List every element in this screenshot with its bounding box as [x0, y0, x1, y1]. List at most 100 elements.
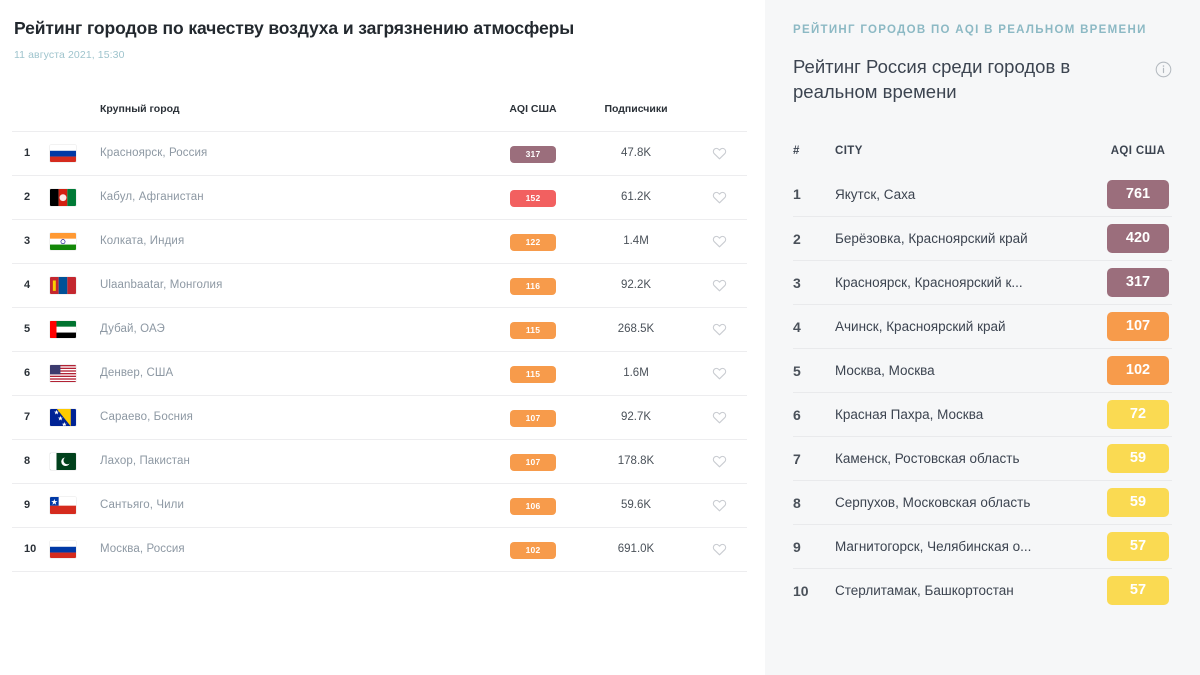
row-subscribers: 268.5K [617, 323, 655, 336]
row-subscribers: 92.7K [620, 411, 652, 424]
row-aqi-cell: 59 [1104, 488, 1172, 518]
list-item[interactable]: 1 Якутск, Саха 761 [793, 172, 1172, 216]
aqi-badge: 102 [1107, 356, 1169, 386]
aqi-badge: 57 [1107, 532, 1169, 562]
list-item[interactable]: 10 Стерлитамак, Башкортостан 57 [793, 568, 1172, 612]
country-flag-icon [50, 364, 100, 382]
row-rank: 9 [793, 538, 801, 555]
row-city-name[interactable]: Сараево, Босния [100, 411, 485, 423]
list-item[interactable]: 8 Серпухов, Московская область 59 [793, 480, 1172, 524]
app-root: Рейтинг городов по качеству воздуха и за… [0, 0, 1200, 675]
column-header-city: Крупный город [100, 102, 180, 115]
heart-icon[interactable] [712, 498, 727, 513]
list-item[interactable]: 3 Красноярск, Красноярский к... 317 [793, 260, 1172, 304]
heart-icon[interactable] [712, 322, 727, 337]
list-item[interactable]: 2 Берёзовка, Красноярский край 420 [793, 216, 1172, 260]
heart-icon[interactable] [712, 146, 727, 161]
table-row[interactable]: 1 Красноярск, Россия 317 47.8K [12, 132, 747, 176]
column-header-subscribers: Подписчики [604, 102, 668, 115]
row-city-name[interactable]: Каменск, Ростовская область [835, 451, 1104, 466]
row-city-name[interactable]: Сантьяго, Чили [100, 499, 485, 511]
list-item[interactable]: 5 Москва, Москва 102 [793, 348, 1172, 392]
row-city-name[interactable]: Кабул, Афганистан [100, 191, 485, 203]
favorite-button[interactable] [691, 144, 747, 162]
page-title: Рейтинг городов по качеству воздуха и за… [14, 18, 575, 38]
country-flag-icon [50, 320, 100, 338]
list-item[interactable]: 6 Красная Пахра, Москва 72 [793, 392, 1172, 436]
favorite-button[interactable] [691, 320, 747, 338]
row-city-name[interactable]: Москва, Россия [100, 543, 485, 555]
heart-icon[interactable] [712, 410, 727, 425]
row-rank: 10 [793, 582, 809, 599]
row-city-name[interactable]: Колката, Индия [100, 235, 485, 247]
row-aqi-cell: 761 [1104, 179, 1172, 209]
table-row[interactable]: 7 Сараево, Босния 107 92.7K [12, 396, 747, 440]
row-aqi-cell: 317 [485, 144, 581, 163]
favorite-button[interactable] [691, 364, 747, 382]
realtime-table-body: 1 Якутск, Саха 761 2 Берёзовка, Красноярский… [793, 172, 1172, 612]
info-icon[interactable] [1155, 61, 1172, 78]
favorite-button[interactable] [691, 276, 747, 294]
list-item[interactable]: 9 Магнитогорск, Челябинская о... 57 [793, 524, 1172, 568]
table-row[interactable]: 10 Москва, Россия 102 691.0K [12, 528, 747, 572]
row-aqi-cell: 107 [485, 452, 581, 471]
row-city-name[interactable]: Берёзовка, Красноярский край [835, 231, 1104, 246]
row-aqi-cell: 59 [1104, 444, 1172, 474]
heart-icon[interactable] [712, 542, 727, 557]
row-city-name[interactable]: Красная Пахра, Москва [835, 407, 1104, 422]
favorite-button[interactable] [691, 188, 747, 206]
aqi-badge: 107 [1107, 312, 1169, 342]
row-city-name[interactable]: Ачинск, Красноярский край [835, 319, 1104, 334]
row-city-name[interactable]: Магнитогорск, Челябинская о... [835, 539, 1104, 554]
heart-icon[interactable] [712, 366, 727, 381]
list-item[interactable]: 7 Каменск, Ростовская область 59 [793, 436, 1172, 480]
aqi-badge: 59 [1107, 444, 1169, 474]
heart-icon[interactable] [712, 454, 727, 469]
row-aqi-cell: 115 [485, 320, 581, 339]
row-city-name[interactable]: Красноярск, Россия [100, 147, 485, 159]
row-city-name[interactable]: Москва, Москва [835, 363, 1104, 378]
row-city-name[interactable]: Серпухов, Московская область [835, 495, 1104, 510]
country-flag-icon [50, 276, 100, 294]
favorite-button[interactable] [691, 452, 747, 470]
favorite-button[interactable] [691, 496, 747, 514]
row-subscribers: 1.4M [623, 235, 649, 248]
realtime-table-header: # CITY AQI США [793, 130, 1172, 172]
list-item[interactable]: 4 Ачинск, Красноярский край 107 [793, 304, 1172, 348]
row-rank: 8 [24, 455, 31, 468]
favorite-button[interactable] [691, 540, 747, 558]
row-rank: 5 [793, 362, 801, 379]
aqi-badge: 102 [510, 541, 556, 559]
table-row[interactable]: 8 Лахор, Пакистан 107 178.8K [12, 440, 747, 484]
row-city-name[interactable]: Лахор, Пакистан [100, 455, 485, 467]
row-city-name[interactable]: Якутск, Саха [835, 187, 1104, 202]
favorite-button[interactable] [691, 232, 747, 250]
row-city-name[interactable]: Ulaanbaatar, Монголия [100, 279, 485, 291]
table-row[interactable]: 2 Кабул, Афганистан 152 61.2K [12, 176, 747, 220]
aqi-badge: 317 [510, 145, 556, 163]
table-row[interactable]: 9 Сантьяго, Чили 106 59.6K [12, 484, 747, 528]
heart-icon[interactable] [712, 190, 727, 205]
aqi-badge: 116 [510, 277, 556, 295]
city-ranking-panel: Рейтинг городов по качеству воздуха и за… [0, 0, 765, 675]
row-rank: 2 [24, 191, 31, 204]
row-rank: 6 [793, 406, 801, 423]
row-subscribers: 61.2K [620, 191, 652, 204]
row-aqi-cell: 106 [485, 496, 581, 515]
heart-icon[interactable] [712, 278, 727, 293]
row-rank: 1 [793, 186, 801, 203]
table-row[interactable]: 6 Денвер, США 115 1.6M [12, 352, 747, 396]
aqi-badge: 115 [510, 365, 556, 383]
row-city-name[interactable]: Красноярск, Красноярский к... [835, 275, 1104, 290]
aqi-badge: 152 [510, 189, 556, 207]
table-row[interactable]: 5 Дубай, ОАЭ 115 268.5K [12, 308, 747, 352]
row-city-name[interactable]: Стерлитамак, Башкортостан [835, 583, 1104, 598]
row-rank: 3 [24, 235, 31, 248]
ranking-table-header: Крупный город AQI США Подписчики [12, 87, 747, 131]
favorite-button[interactable] [691, 408, 747, 426]
row-city-name[interactable]: Денвер, США [100, 367, 485, 379]
table-row[interactable]: 3 Колката, Индия 122 1.4M [12, 220, 747, 264]
heart-icon[interactable] [712, 234, 727, 249]
table-row[interactable]: 4 Ulaanbaatar, Монголия 116 92.2K [12, 264, 747, 308]
row-city-name[interactable]: Дубай, ОАЭ [100, 323, 485, 335]
